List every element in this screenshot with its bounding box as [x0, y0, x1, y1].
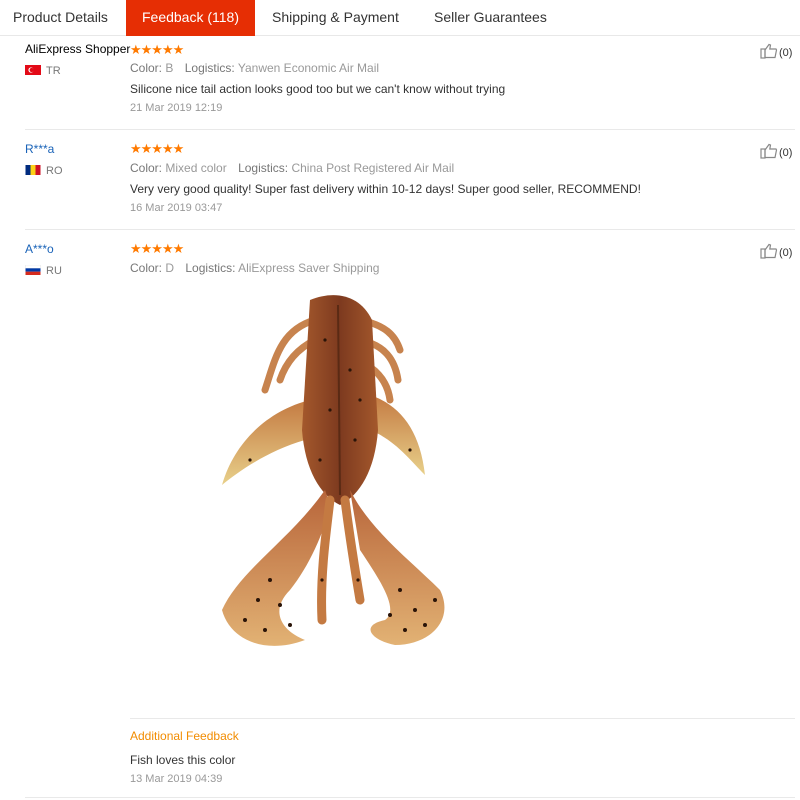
logistics-label: Logistics: [184, 61, 235, 75]
rating-stars: ★★★★★ [130, 141, 184, 156]
order-info: Color: D Logistics: AliExpress Saver Shi… [130, 261, 379, 275]
helpful-count: (0) [779, 47, 793, 59]
helpful-count: (0) [779, 247, 793, 259]
review-text: Silicone nice tail action looks good too… [130, 82, 506, 96]
helpful-button[interactable]: (0) [760, 143, 792, 159]
helpful-count: (0) [779, 147, 793, 159]
thumbs-up-icon [760, 243, 778, 259]
review-divider [25, 229, 795, 230]
logistics-value: China Post Registered Air Mail [291, 161, 455, 175]
reviewer-country: RU [25, 265, 62, 277]
reviewer-name: R***a [25, 142, 55, 156]
color-label: Color: [130, 161, 163, 175]
country-code: TR [46, 65, 61, 77]
color-value: D [165, 261, 175, 275]
thumbs-up-icon [760, 143, 778, 159]
country-code: RU [46, 265, 62, 277]
helpful-button[interactable]: (0) [760, 43, 792, 59]
review-text: Very very good quality! Super fast deliv… [130, 182, 641, 196]
tab-seller-guarantees[interactable]: Seller Guarantees [434, 0, 564, 36]
logistics-value: AliExpress Saver Shipping [238, 261, 380, 275]
review-date: 16 Mar 2019 03:47 [130, 202, 223, 214]
flag-ru-icon [25, 265, 41, 275]
additional-feedback-text: Fish loves this color [130, 753, 236, 767]
reviewer-name: AliExpress Shopper [25, 42, 131, 56]
tab-product-details[interactable]: Product Details [13, 0, 113, 36]
review-photo[interactable] [210, 280, 460, 670]
reviewer-name: A***o [25, 242, 54, 256]
tab-shipping-payment[interactable]: Shipping & Payment [272, 0, 412, 36]
color-value: Mixed color [165, 161, 227, 175]
color-label: Color: [130, 261, 163, 275]
logistics-value: Yanwen Economic Air Mail [237, 61, 380, 75]
additional-feedback-title: Additional Feedback [130, 729, 239, 743]
rating-stars: ★★★★★ [130, 241, 184, 256]
order-info: Color: B Logistics: Yanwen Economic Air … [130, 61, 379, 75]
logistics-label: Logistics: [185, 261, 236, 275]
color-value: B [165, 61, 174, 75]
country-code: RO [46, 165, 63, 177]
order-info: Color: Mixed color Logistics: China Post… [130, 161, 454, 175]
color-label: Color: [130, 61, 163, 75]
tab-feedback[interactable]: Feedback (118) [126, 0, 255, 36]
rating-stars: ★★★★★ [130, 42, 184, 57]
thumbs-up-icon [760, 43, 778, 59]
reviewer-country: RO [25, 165, 63, 177]
review-date: 21 Mar 2019 12:19 [130, 102, 223, 114]
additional-feedback-divider [130, 718, 795, 719]
additional-feedback-date: 13 Mar 2019 04:39 [130, 773, 223, 785]
flag-ro-icon [25, 165, 41, 175]
flag-tr-icon [25, 65, 41, 75]
review-divider [25, 797, 795, 798]
tab-bar: Product Details Feedback (118) Shipping … [0, 0, 800, 36]
review-divider [25, 129, 795, 130]
helpful-button[interactable]: (0) [760, 243, 792, 259]
reviewer-country: TR [25, 65, 61, 77]
logistics-label: Logistics: [238, 161, 289, 175]
